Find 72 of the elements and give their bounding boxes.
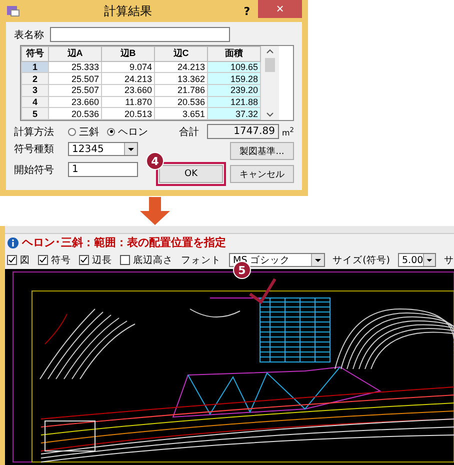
table-cell: 25.507: [48, 72, 102, 85]
start-symbol-label: 開始符号: [14, 164, 54, 176]
column-header: 辺A: [48, 46, 102, 62]
checkbox-label[interactable]: 符号: [51, 254, 71, 266]
column-header: 辺C: [154, 46, 208, 62]
size-label: サイズ(符号): [332, 254, 390, 266]
table-cell: 9.074: [102, 61, 154, 73]
table-cell: 239.20: [208, 84, 260, 96]
symbol-type-label: 符号種類: [14, 142, 54, 156]
table-cell: 24.213: [102, 72, 154, 85]
symbol-type-dropdown[interactable]: 12345: [68, 142, 138, 156]
drafting-standard-button[interactable]: 製図基準...: [230, 142, 294, 160]
step-badge: 4: [146, 152, 164, 170]
table-cell: 21.786: [154, 84, 208, 96]
column-header: 辺B: [102, 46, 154, 62]
app-icon: [6, 5, 20, 17]
radio-button[interactable]: [107, 128, 115, 136]
checkbox-label[interactable]: 図: [20, 254, 30, 266]
ok-button[interactable]: OK: [159, 165, 223, 183]
checkbox[interactable]: [120, 255, 130, 265]
start-symbol-field[interactable]: 1: [68, 162, 138, 177]
checkbox[interactable]: [7, 255, 17, 265]
checkbox[interactable]: [38, 255, 48, 265]
info-icon: [7, 236, 19, 248]
row-header[interactable]: 2: [22, 72, 48, 85]
scrollbar[interactable]: [261, 46, 279, 120]
table-cell: 109.65: [208, 61, 260, 73]
table-cell: 159.28: [208, 72, 260, 85]
checkbox-label[interactable]: 底辺高さ: [133, 254, 173, 266]
total-label: 合計: [178, 126, 199, 138]
table-cell: 23.660: [102, 84, 154, 96]
check-mark-icon: [249, 278, 276, 304]
scroll-up-icon[interactable]: [266, 48, 274, 54]
table-name-label: 表名称: [14, 28, 44, 42]
total-field: 1747.89: [206, 124, 279, 139]
unit-label: m$^{2}$: [282, 126, 294, 138]
table-cell: 20.536: [48, 108, 102, 120]
row-header[interactable]: 3: [22, 84, 48, 96]
table-cell: 20.513: [102, 108, 154, 120]
window-title: 計算結果: [103, 2, 153, 20]
table-cell: 20.536: [154, 96, 208, 108]
table-name-field[interactable]: [50, 27, 230, 42]
table-cell: 13.362: [154, 72, 208, 85]
down-arrow: [140, 197, 170, 225]
table-cell: 3.651: [154, 108, 208, 120]
radio-button[interactable]: [68, 128, 76, 136]
scroll-down-icon[interactable]: [266, 112, 274, 118]
cancel-button[interactable]: キャンセル: [230, 165, 294, 183]
table-cell: 24.213: [154, 61, 208, 73]
calc-method-label: 計算方法: [14, 126, 54, 138]
table-cell: 25.507: [48, 84, 102, 96]
radio-label[interactable]: ヘロン: [118, 124, 148, 138]
size-dropdown[interactable]: 5.00: [398, 253, 436, 267]
radio-label[interactable]: 三斜: [79, 124, 99, 138]
close-button[interactable]: ×: [258, 0, 302, 18]
row-header[interactable]: 1: [22, 61, 48, 73]
help-button[interactable]: ?: [236, 4, 258, 18]
table-cell: 25.333: [48, 61, 102, 73]
scrollbar-thumb[interactable]: [265, 58, 275, 72]
font-label: フォント: [181, 254, 221, 266]
column-header: 面積: [208, 46, 260, 62]
table-cell: 11.870: [102, 96, 154, 108]
row-header[interactable]: 5: [22, 108, 48, 120]
cut-label: サ: [444, 254, 454, 266]
table-cell: 37.32: [208, 108, 260, 120]
instruction-message: ヘロン･三斜：範囲：表の配置位置を指定: [22, 235, 226, 250]
row-header[interactable]: 4: [22, 96, 48, 108]
checkbox-label[interactable]: 辺長: [92, 254, 112, 266]
checkbox[interactable]: [79, 255, 89, 265]
table-cell: 23.660: [48, 96, 102, 108]
table-cell: 121.88: [208, 96, 260, 108]
column-header: 符号: [22, 46, 48, 62]
